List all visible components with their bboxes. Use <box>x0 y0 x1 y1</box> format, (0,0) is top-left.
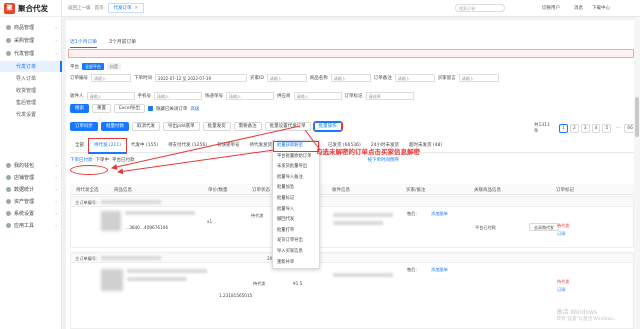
arrow-to-select <box>111 125 301 170</box>
annotation-arrows <box>111 125 321 175</box>
annotation-text: 勾选未解密的订单点击买家信息解密 <box>316 148 420 156</box>
